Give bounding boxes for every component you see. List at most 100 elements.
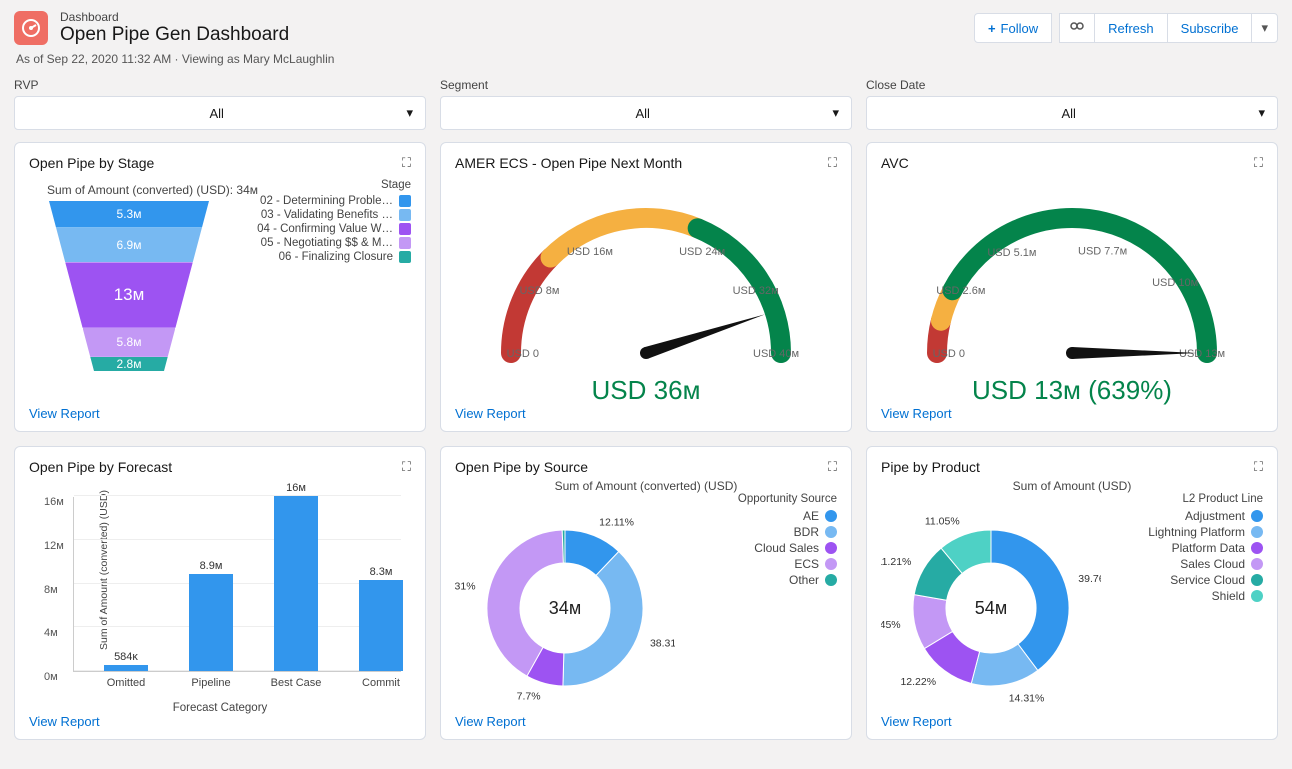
filter-rvp-select[interactable]: All ▾ [14, 96, 426, 130]
expand-icon[interactable]: ⛶ [1254, 155, 1263, 171]
expand-icon[interactable]: ⛶ [828, 155, 837, 171]
legend-item: 05 - Negotiating $$ & M… [257, 237, 411, 249]
collaborate-button[interactable] [1059, 13, 1095, 43]
bar [104, 665, 148, 671]
legend-item: Cloud Sales [738, 541, 837, 555]
card-title: Pipe by Product [881, 459, 980, 475]
chevron-down-icon: ▾ [1261, 20, 1268, 36]
view-report-link[interactable]: View Report [455, 406, 837, 421]
card-open-pipe-by-forecast: Open Pipe by Forecast ⛶ Sum of Amount (c… [14, 446, 426, 740]
legend-item: Adjustment [1148, 509, 1263, 523]
card-amer-ecs-gauge: AMER ECS - Open Pipe Next Month ⛶ USD 0U… [440, 142, 852, 432]
chevron-down-icon: ▾ [832, 105, 839, 121]
funnel-segment: 6.9ᴍ [56, 228, 202, 263]
svg-text:11.05%: 11.05% [925, 515, 960, 527]
svg-text:38.31%: 38.31% [650, 637, 675, 649]
breadcrumb: Dashboard [60, 10, 974, 24]
plus-icon: + [988, 21, 996, 36]
funnel-segment: 5.3ᴍ [49, 201, 209, 228]
legend-title: Stage [257, 179, 411, 191]
bar [274, 496, 318, 671]
view-report-link[interactable]: View Report [455, 714, 837, 729]
legend-item: Lightning Platform [1148, 525, 1263, 539]
dashboard-icon [14, 11, 48, 45]
donut-subtitle: Sum of Amount (USD) [881, 479, 1263, 493]
legend-item: ECS [738, 557, 837, 571]
legend-item: Sales Cloud [1148, 557, 1263, 571]
funnel-segment: 13ᴍ [65, 262, 193, 327]
card-title: AMER ECS - Open Pipe Next Month [455, 155, 682, 171]
follow-button[interactable]: + Follow [974, 13, 1052, 43]
refresh-button[interactable]: Refresh [1094, 13, 1168, 43]
view-report-link[interactable]: View Report [881, 714, 1263, 729]
x-axis-label: Forecast Category [29, 702, 411, 714]
bar [189, 574, 233, 671]
filter-segment-select[interactable]: All ▾ [440, 96, 852, 130]
gauge-chart: USD 0 USD 2.6ᴍ USD 5.1ᴍ USD 7.7ᴍ USD 10ᴍ USD … [892, 183, 1252, 383]
svg-text:USD 10ᴍ: USD 10ᴍ [1152, 277, 1198, 289]
legend-item: Platform Data [1148, 541, 1263, 555]
svg-text:USD 5.1ᴍ: USD 5.1ᴍ [987, 247, 1036, 259]
meta-line: As of Sep 22, 2020 11:32 AM · Viewing as… [16, 52, 1278, 66]
svg-text:11.45%: 11.45% [881, 619, 901, 631]
header-actions: + Follow Refresh Subscribe ▾ [974, 13, 1278, 43]
legend-item: 02 - Determining Proble… [257, 195, 411, 207]
donut-subtitle: Sum of Amount (converted) (USD) [455, 479, 837, 493]
svg-text:USD 0: USD 0 [933, 348, 965, 360]
card-title: Open Pipe by Stage [29, 155, 154, 171]
gauge-value: USD 36ᴍ [592, 375, 701, 406]
funnel-segment: 2.8ᴍ [90, 357, 167, 371]
card-title: Open Pipe by Forecast [29, 459, 172, 475]
filter-segment-label: Segment [440, 78, 852, 92]
view-report-link[interactable]: View Report [29, 406, 411, 421]
svg-text:USD 13ᴍ: USD 13ᴍ [1179, 348, 1225, 360]
card-pipe-by-product: Pipe by Product ⛶ Sum of Amount (USD) 39… [866, 446, 1278, 740]
chevron-down-icon: ▾ [406, 105, 413, 121]
bar [359, 580, 403, 671]
donut-slice [563, 552, 643, 686]
svg-text:41.31%: 41.31% [455, 580, 476, 592]
svg-text:11.21%: 11.21% [881, 556, 911, 568]
svg-text:USD 16ᴍ: USD 16ᴍ [567, 246, 613, 258]
expand-icon[interactable]: ⛶ [1254, 459, 1263, 475]
svg-text:12.11%: 12.11% [599, 517, 634, 529]
card-open-pipe-by-stage: Open Pipe by Stage ⛶ Sum of Amount (conv… [14, 142, 426, 432]
legend-item: Service Cloud [1148, 573, 1263, 587]
legend-item: Other [738, 573, 837, 587]
gauge-chart: USD 0 USD 8ᴍ USD 16ᴍ USD 24ᴍ USD 32ᴍ USD 40ᴍ [466, 183, 826, 383]
legend-item: 04 - Confirming Value W… [257, 223, 411, 235]
legend-item: 03 - Validating Benefits … [257, 209, 411, 221]
legend-item: 06 - Finalizing Closure [257, 251, 411, 263]
svg-text:54ᴍ: 54ᴍ [975, 598, 1007, 618]
svg-text:39.76%: 39.76% [1078, 573, 1101, 585]
svg-text:7.7%: 7.7% [517, 691, 541, 703]
card-title: Open Pipe by Source [455, 459, 588, 475]
filter-closedate-select[interactable]: All ▾ [866, 96, 1278, 130]
svg-text:USD 40ᴍ: USD 40ᴍ [753, 348, 799, 360]
svg-text:USD 24ᴍ: USD 24ᴍ [679, 246, 725, 258]
card-avc-gauge: AVC ⛶ USD 0 USD 2.6ᴍ USD 5.1ᴍ USD 7.7ᴍ USD 1… [866, 142, 1278, 432]
gauge-value: USD 13ᴍ (639%) [972, 375, 1172, 406]
legend-item: BDR [738, 525, 837, 539]
expand-icon[interactable]: ⛶ [828, 459, 837, 475]
svg-text:34ᴍ: 34ᴍ [549, 598, 581, 618]
page-title: Open Pipe Gen Dashboard [60, 24, 974, 46]
svg-text:12.22%: 12.22% [900, 676, 936, 688]
card-title: AVC [881, 155, 909, 171]
subscribe-button[interactable]: Subscribe [1167, 13, 1253, 43]
more-actions-button[interactable]: ▾ [1251, 13, 1278, 43]
expand-icon[interactable]: ⛶ [402, 155, 411, 171]
legend-item: Shield [1148, 589, 1263, 603]
legend-title: Opportunity Source [738, 493, 837, 505]
expand-icon[interactable]: ⛶ [402, 459, 411, 475]
chevron-down-icon: ▾ [1258, 105, 1265, 121]
svg-text:14.31%: 14.31% [1009, 692, 1045, 704]
legend-item: AE [738, 509, 837, 523]
svg-text:USD 7.7ᴍ: USD 7.7ᴍ [1078, 245, 1127, 257]
svg-text:USD 8ᴍ: USD 8ᴍ [519, 285, 559, 297]
svg-text:USD 2.6ᴍ: USD 2.6ᴍ [936, 285, 985, 297]
view-report-link[interactable]: View Report [29, 714, 411, 729]
view-report-link[interactable]: View Report [881, 406, 1263, 421]
svg-text:USD 0: USD 0 [507, 348, 539, 360]
svg-text:USD 32ᴍ: USD 32ᴍ [733, 285, 779, 297]
